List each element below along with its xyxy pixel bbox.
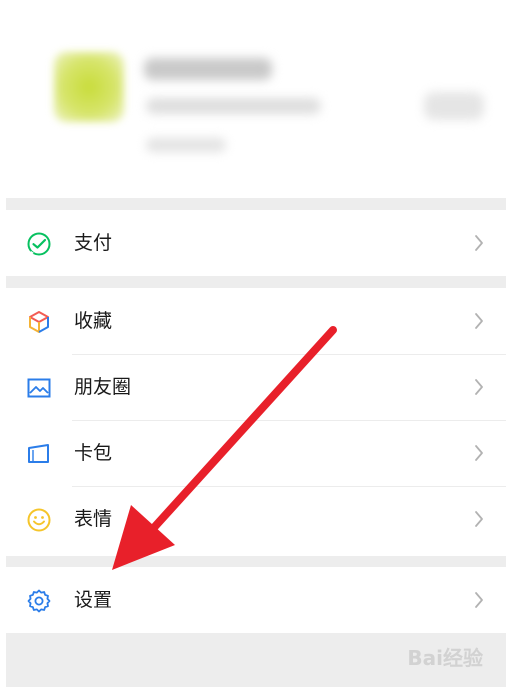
wechat-id-blurred [146, 98, 321, 114]
chevron-right-icon [475, 235, 483, 251]
smile-icon [27, 508, 51, 532]
chevron-right-icon [475, 592, 483, 608]
services-group: 收藏 朋友圈 卡包 表情 [6, 288, 506, 556]
chevron-right-icon [475, 511, 483, 527]
me-page: 支付 收藏 朋友圈 卡包 表情 设置 [6, 0, 506, 687]
gear-icon [27, 589, 51, 613]
chevron-right-icon [475, 445, 483, 461]
menu-item-label: 卡包 [74, 442, 113, 464]
menu-item-label: 表情 [74, 508, 113, 530]
menu-item-pay[interactable]: 支付 [6, 210, 506, 276]
cube-icon [29, 311, 49, 333]
menu-item-favorites[interactable]: 收藏 [6, 288, 506, 354]
menu-item-label: 设置 [74, 589, 113, 611]
menu-item-settings[interactable]: 设置 [6, 567, 506, 633]
menu-item-stickers[interactable]: 表情 [6, 486, 506, 552]
card-wallet-icon [28, 444, 49, 463]
picture-icon [27, 378, 51, 398]
watermark: Bai经验 [407, 646, 483, 670]
menu-item-label: 朋友圈 [74, 376, 132, 398]
avatar[interactable] [54, 52, 124, 122]
qr-code-blurred[interactable] [424, 92, 484, 120]
menu-item-label: 收藏 [74, 310, 113, 332]
chevron-right-icon [475, 313, 483, 329]
menu-item-cards[interactable]: 卡包 [6, 420, 506, 486]
menu-item-moments[interactable]: 朋友圈 [6, 354, 506, 420]
nickname-blurred [144, 58, 272, 80]
chevron-right-icon [475, 379, 483, 395]
profile-header[interactable] [6, 0, 506, 198]
menu-item-label: 支付 [74, 232, 113, 254]
pay-check-icon [27, 232, 51, 256]
settings-group: 设置 [6, 567, 506, 633]
status-blurred [146, 138, 226, 152]
pay-group: 支付 [6, 210, 506, 276]
